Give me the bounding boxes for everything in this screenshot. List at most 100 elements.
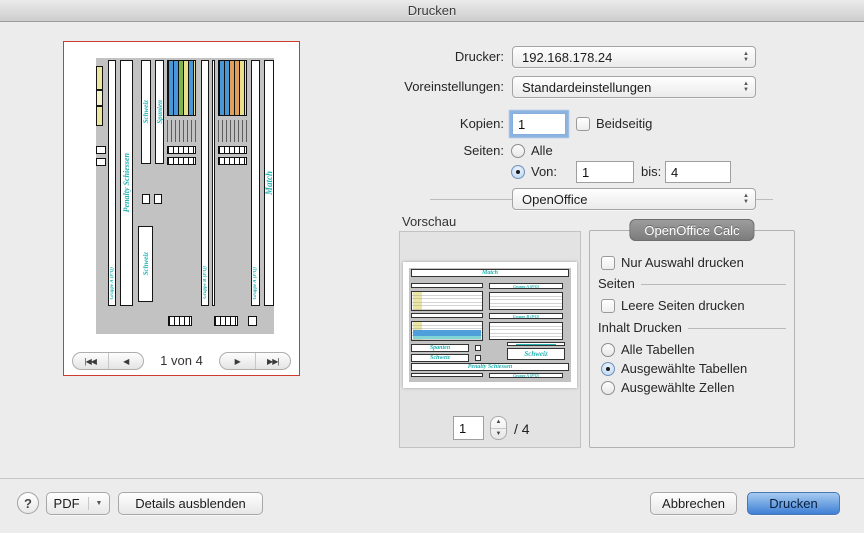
pages-all-radio[interactable] bbox=[511, 144, 525, 158]
doc-shape bbox=[96, 158, 106, 166]
skip-empty-checkbox[interactable] bbox=[601, 299, 615, 313]
doc-shape bbox=[218, 157, 247, 165]
page-thumbnail-widget[interactable]: Gruppe A (P/Q) Penalty Schiessen Schweiz… bbox=[63, 41, 300, 376]
doc-shape bbox=[168, 316, 192, 326]
cancel-button-label: Abbrechen bbox=[662, 496, 725, 511]
doc-shape bbox=[142, 194, 150, 204]
pdf-button-label: PDF bbox=[54, 496, 80, 511]
print-selection-label: Nur Auswahl drucken bbox=[621, 255, 744, 271]
pages-from-radio[interactable] bbox=[511, 165, 525, 179]
selected-tables-radio[interactable] bbox=[601, 362, 615, 376]
printer-label: Drucker: bbox=[455, 46, 504, 68]
doc-label-schweiz: Schweiz bbox=[142, 252, 150, 275]
preview-content-area: Match Gruppe A (P/Q) Gruppe B (P/Q) Sp bbox=[409, 268, 571, 382]
pages-to-input[interactable] bbox=[665, 161, 731, 183]
duplex-checkbox[interactable] bbox=[576, 117, 590, 131]
thumbnail-nav: |◀◀ ◀ 1 von 4 ▶ ▶▶| bbox=[64, 350, 299, 372]
doc-table bbox=[489, 292, 563, 310]
skip-empty-label: Leere Seiten drucken bbox=[621, 298, 745, 314]
doc-shape bbox=[167, 120, 196, 142]
all-tables-label: Alle Tabellen bbox=[621, 342, 694, 358]
pdf-arrow-icon: ▼ bbox=[88, 497, 103, 510]
print-button-label: Drucken bbox=[769, 496, 817, 511]
pages-to-label: bis: bbox=[641, 164, 661, 180]
pages-all-label: Alle bbox=[531, 143, 553, 159]
doc-bar: Gruppe A (P/Q) bbox=[251, 60, 260, 306]
print-selection-checkbox[interactable] bbox=[601, 256, 615, 270]
presets-value: Standardeinstellungen bbox=[522, 80, 651, 95]
doc-label-schweiz: Schweiz bbox=[142, 100, 150, 123]
doc-group-label: Gruppe B (P/Q) bbox=[202, 266, 208, 299]
doc-table bbox=[489, 322, 563, 340]
content-section-label: Inhalt Drucken bbox=[598, 320, 682, 335]
pdf-button[interactable]: PDF ▼ bbox=[46, 492, 110, 515]
dropdown-arrows-icon: ▲▼ bbox=[743, 77, 749, 97]
printer-value: 192.168.178.24 bbox=[522, 50, 612, 65]
doc-shape bbox=[475, 345, 481, 351]
print-button[interactable]: Drucken bbox=[747, 492, 840, 515]
preview-page: Match Gruppe A (P/Q) Gruppe B (P/Q) Sp bbox=[403, 262, 577, 388]
preview-total-label: / 4 bbox=[514, 421, 530, 437]
doc-shape bbox=[516, 344, 555, 345]
vorschau-label: Vorschau bbox=[402, 214, 456, 229]
window-title: Drucken bbox=[0, 0, 864, 21]
help-button[interactable]: ? bbox=[17, 492, 39, 514]
pages-label: Seiten: bbox=[464, 143, 504, 159]
doc-bar-schweiz: Schweiz bbox=[141, 60, 151, 164]
doc-shape bbox=[167, 157, 196, 165]
pages-section-header: Seiten bbox=[598, 276, 786, 291]
doc-color-stripes bbox=[218, 60, 247, 116]
section-divider bbox=[688, 328, 786, 329]
doc-title-penalty: Penalty Schiessen bbox=[122, 153, 131, 212]
doc-bar: Gruppe A (P/Q) bbox=[108, 60, 116, 306]
doc-shape bbox=[248, 316, 257, 326]
printer-select[interactable]: 192.168.178.24 ▲▼ bbox=[512, 46, 756, 68]
selected-cells-label: Ausgewählte Zellen bbox=[621, 380, 734, 396]
stepper-up-icon: ▲ bbox=[496, 419, 502, 425]
selected-tables-label: Ausgewählte Tabellen bbox=[621, 361, 747, 377]
presets-label: Voreinstellungen: bbox=[404, 76, 504, 98]
doc-title-match: Match bbox=[411, 269, 569, 277]
doc-shape bbox=[411, 283, 483, 288]
doc-shape bbox=[96, 66, 103, 126]
doc-group-label: Gruppe B (P/Q) bbox=[489, 313, 563, 319]
doc-group-label: Gruppe A (P/Q) bbox=[109, 267, 115, 299]
last-page-button[interactable]: ▶▶| bbox=[255, 353, 291, 369]
doc-bar: Gruppe B (P/Q) bbox=[201, 60, 209, 306]
doc-group-label: Gruppe A (P/Q) bbox=[489, 283, 563, 289]
duplex-label: Beidseitig bbox=[596, 116, 652, 132]
details-toggle-button[interactable]: Details ausblenden bbox=[118, 492, 263, 515]
doc-label-spanien: Spanien bbox=[156, 100, 164, 124]
doc-shape bbox=[214, 316, 238, 326]
page-thumbnail: Gruppe A (P/Q) Penalty Schiessen Schweiz… bbox=[66, 44, 297, 347]
doc-label-schweiz: Schweiz bbox=[411, 354, 469, 362]
section-divider bbox=[641, 284, 786, 285]
preview-panel: Match Gruppe A (P/Q) Gruppe B (P/Q) Sp bbox=[399, 231, 581, 448]
doc-bar-penalty: Penalty Schiessen bbox=[120, 60, 133, 306]
doc-title-penalty: Penalty Schiessen bbox=[411, 363, 569, 371]
doc-bar-schweiz-2: Schweiz bbox=[138, 226, 153, 302]
footer-divider bbox=[0, 478, 864, 479]
next-page-button[interactable]: ▶ bbox=[220, 353, 255, 369]
doc-shape bbox=[413, 336, 481, 339]
cancel-button[interactable]: Abbrechen bbox=[650, 492, 737, 515]
presets-select[interactable]: Standardeinstellungen ▲▼ bbox=[512, 76, 756, 98]
copies-input[interactable] bbox=[512, 113, 566, 135]
module-select[interactable]: OpenOffice ▲▼ bbox=[512, 188, 756, 210]
pages-from-input[interactable] bbox=[576, 161, 634, 183]
all-tables-radio[interactable] bbox=[601, 343, 615, 357]
doc-shape bbox=[154, 194, 162, 204]
stepper-down-button[interactable]: ▼ bbox=[491, 428, 506, 440]
selected-cells-radio[interactable] bbox=[601, 381, 615, 395]
doc-shape bbox=[218, 146, 247, 154]
calc-panel-title: OpenOffice Calc bbox=[629, 219, 754, 241]
preview-page-input[interactable] bbox=[453, 416, 484, 440]
doc-bar bbox=[212, 60, 215, 306]
doc-group-label: Gruppe A (P/Q) bbox=[489, 373, 563, 378]
stepper-up-button[interactable]: ▲ bbox=[491, 417, 506, 428]
doc-bar-match: Match bbox=[264, 60, 274, 306]
doc-title-match: Match bbox=[264, 171, 274, 195]
preview-page-stepper: ▲ ▼ bbox=[490, 416, 507, 440]
doc-content-area: Gruppe A (P/Q) Penalty Schiessen Schweiz… bbox=[96, 58, 274, 334]
doc-label-schweiz: Schweiz bbox=[507, 348, 565, 360]
